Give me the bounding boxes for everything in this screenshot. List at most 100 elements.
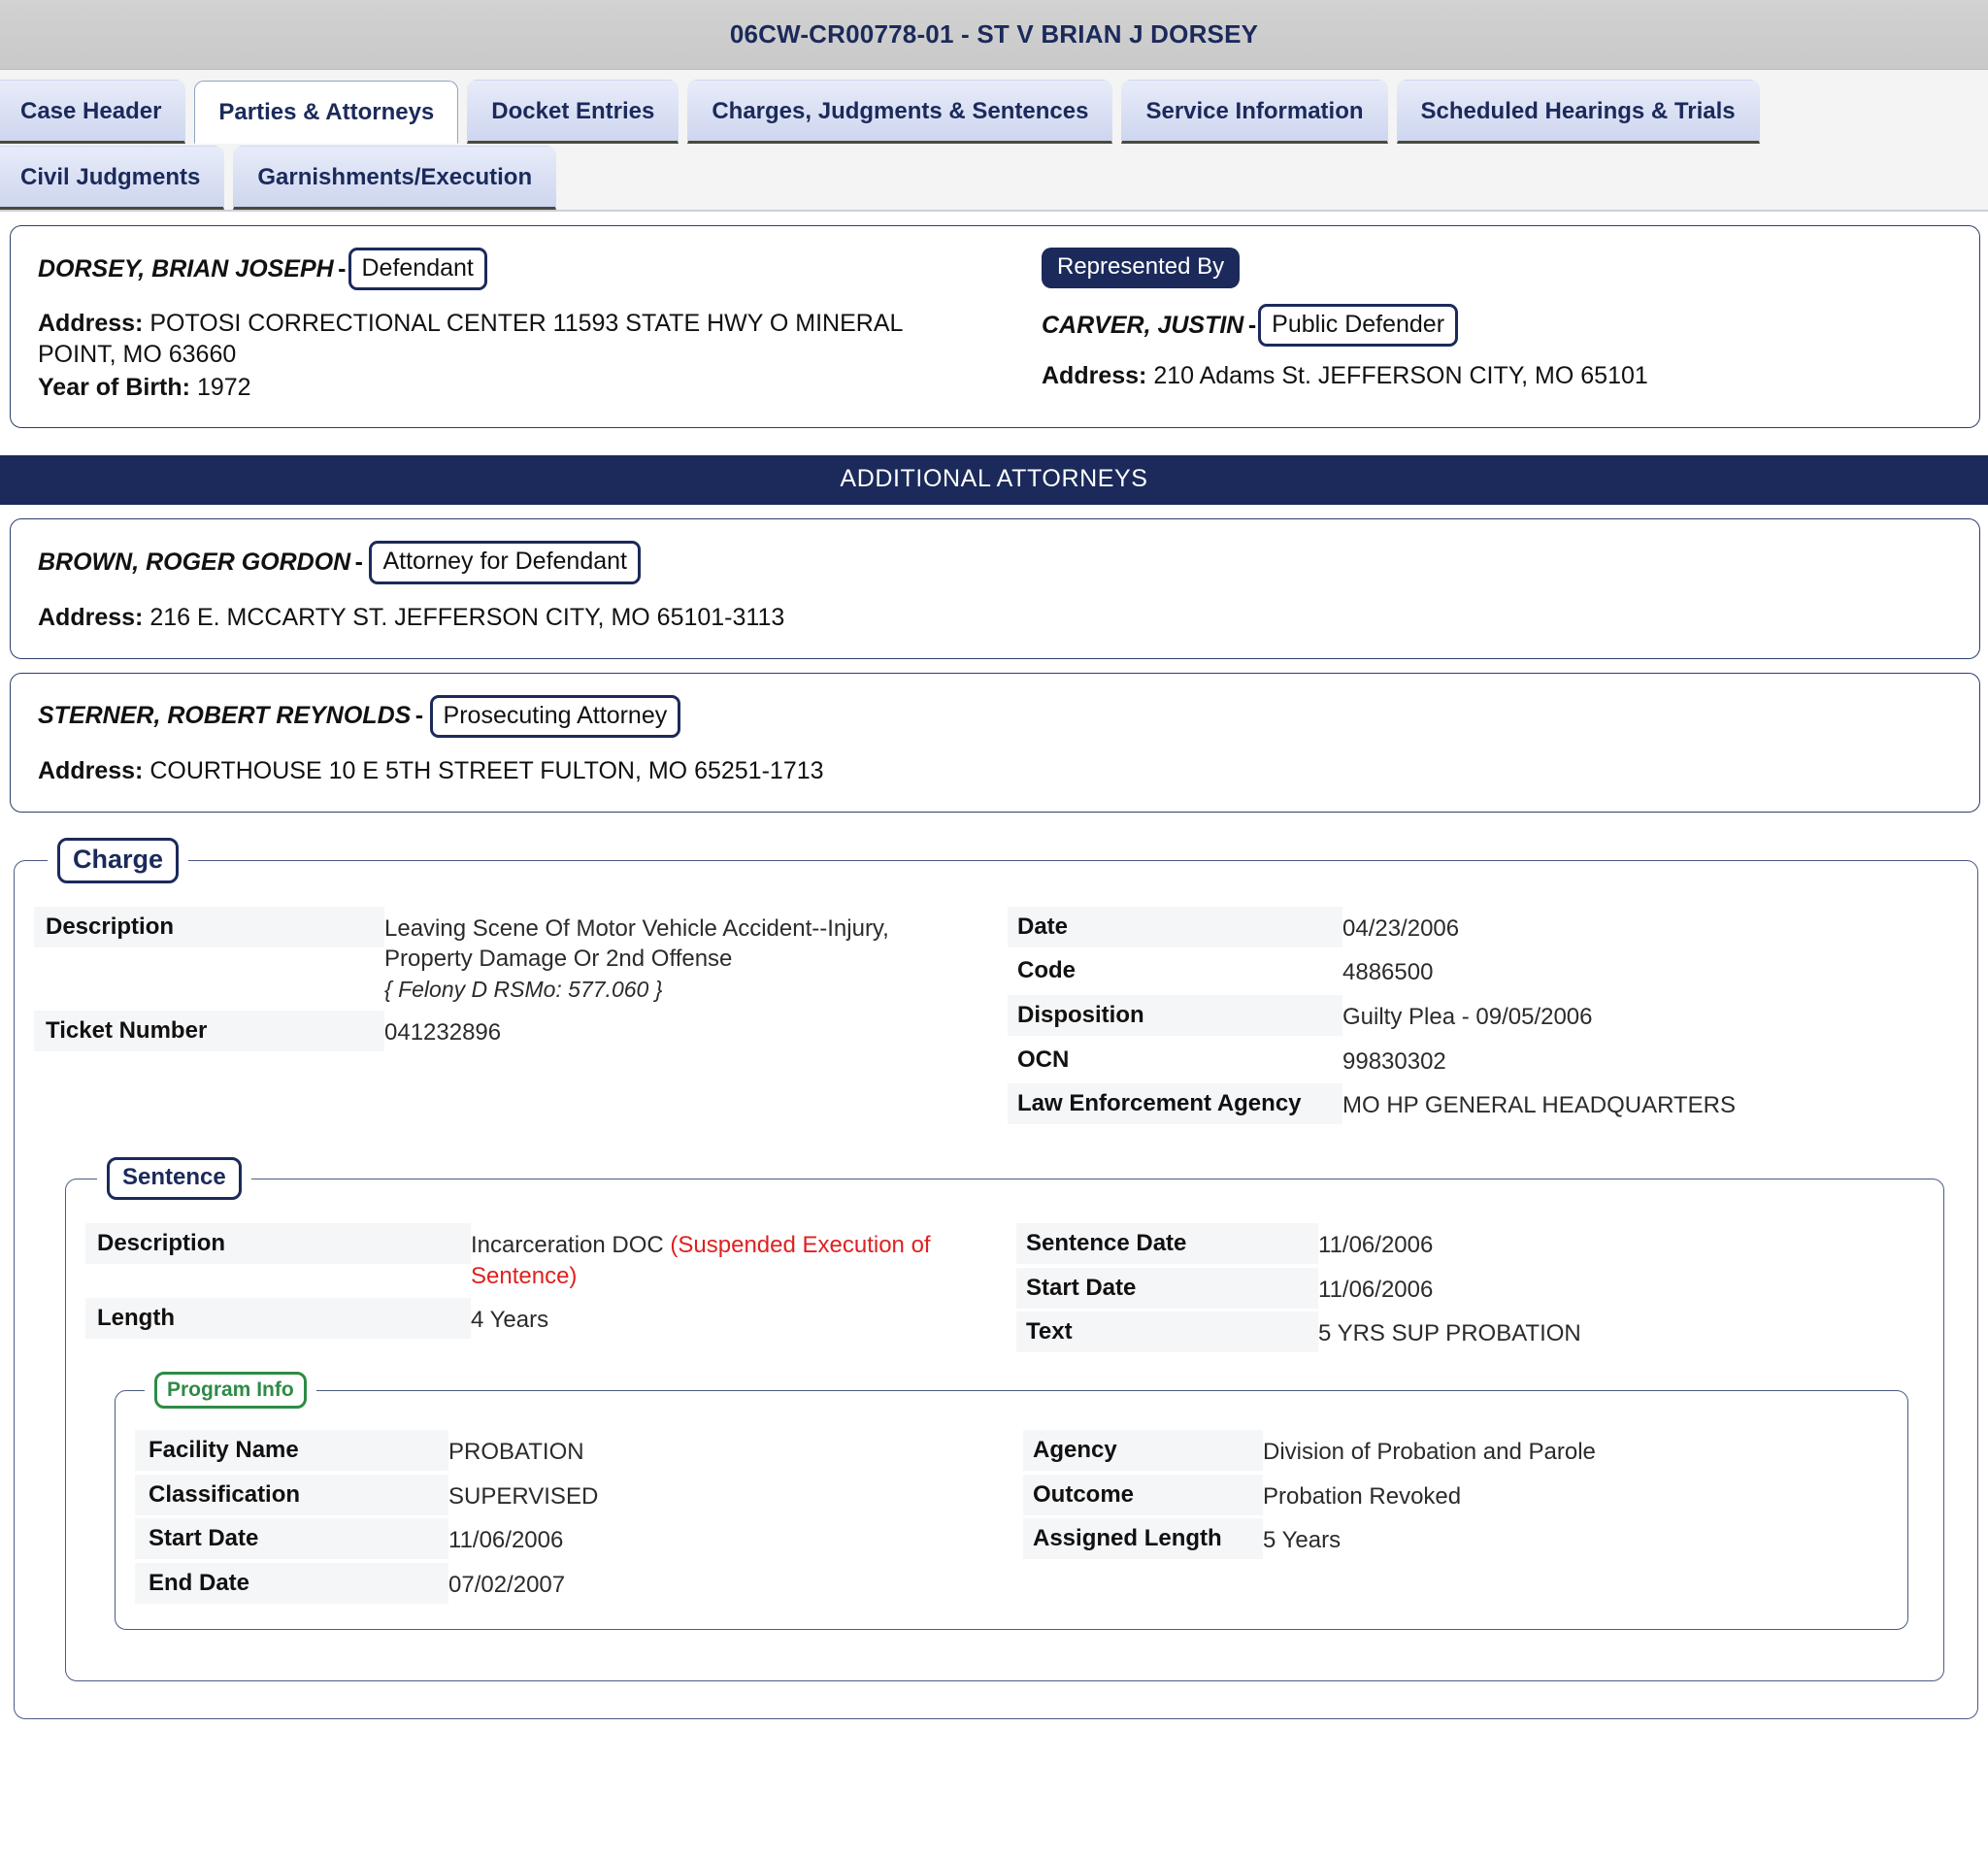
program-info-field-grid: Facility Name PROBATION Classification S… [116, 1414, 1907, 1608]
program-agency-value: Division of Probation and Parole [1263, 1439, 1596, 1466]
charge-legend: Charge [48, 837, 188, 883]
charge-code-value: 4886500 [1342, 959, 1434, 986]
sentence-start-date-value: 11/06/2006 [1318, 1276, 1434, 1303]
program-facility-name-value: PROBATION [448, 1439, 584, 1466]
additional-attorney-address-value: COURTHOUSE 10 E 5TH STREET FULTON, MO 65… [149, 756, 824, 784]
sentence-description-label: Description [85, 1223, 471, 1265]
sentence-start-date-label: Start Date [1016, 1267, 1318, 1309]
program-info-field-row: Agency Division of Probation and Parole [1023, 1430, 1884, 1475]
tab-row-primary: Case Header Parties & Attorneys Docket E… [0, 80, 1988, 144]
sentence-date-value: 11/06/2006 [1318, 1232, 1434, 1259]
sentence-legend: Sentence [97, 1157, 251, 1201]
tab-label: Docket Entries [491, 98, 655, 124]
represented-by-column: Represented By CARVER, JUSTIN - Public De… [1028, 248, 1952, 402]
tab-label: Service Information [1145, 98, 1364, 124]
additional-attorney-role-chip: Prosecuting Attorney [429, 694, 681, 738]
charge-disposition-value: Guilty Plea - 09/05/2006 [1342, 1004, 1593, 1031]
charge-law-enforcement-agency-value: MO HP GENERAL HEADQUARTERS [1342, 1092, 1736, 1119]
program-info-field-row: Assigned Length 5 Years [1023, 1518, 1884, 1563]
charge-description-value: Leaving Scene Of Motor Vehicle Accident-… [384, 907, 977, 1012]
program-start-date-value: 11/06/2006 [448, 1527, 564, 1554]
sentence-field-row: Text 5 YRS SUP PROBATION [1016, 1312, 1920, 1356]
program-assigned-length-value: 5 Years [1263, 1527, 1342, 1554]
attorney-name-separator: - [1247, 311, 1257, 339]
charge-field-row: Code 4886500 [1008, 950, 1954, 995]
charge-section: Charge Description Leaving Scene Of Moto… [14, 837, 1978, 1719]
sentence-field-row: Length 4 Years [85, 1298, 985, 1343]
represented-by-badge: Represented By [1042, 248, 1241, 288]
program-start-date-label: Start Date [135, 1518, 448, 1560]
tab-label: Charges, Judgments & Sentences [712, 98, 1089, 124]
attorney-address-label: Address: [1042, 362, 1147, 390]
sentence-field-row: Sentence Date 11/06/2006 [1016, 1223, 1920, 1268]
charge-ticket-number-label: Ticket Number [34, 1011, 384, 1052]
tab-scheduled-hearings-trials[interactable]: Scheduled Hearings & Trials [1396, 80, 1760, 144]
defendant-address-line: Address: POTOSI CORRECTIONAL CENTER 1159… [38, 308, 970, 370]
tab-label: Case Header [20, 98, 162, 124]
charge-date-value: 04/23/2006 [1342, 914, 1460, 942]
program-info-field-row: Facility Name PROBATION [135, 1430, 992, 1475]
program-info-left-column: Facility Name PROBATION Classification S… [116, 1430, 1011, 1608]
sentence-field-row: Description Incarceration DOC (Suspended… [85, 1223, 985, 1298]
charge-law-enforcement-agency-label: Law Enforcement Agency [1008, 1083, 1342, 1125]
program-assigned-length-label: Assigned Length [1023, 1518, 1263, 1560]
charge-code-label: Code [1017, 957, 1076, 984]
window-titlebar: 06CW-CR00778-01 - ST V BRIAN J DORSEY [0, 0, 1988, 70]
program-facility-name-label: Facility Name [135, 1430, 448, 1472]
program-end-date-label: End Date [135, 1563, 448, 1605]
tab-label: Garnishments/Execution [257, 164, 533, 190]
tab-underline [0, 210, 1988, 212]
tab-charges-judgments-sentences[interactable]: Charges, Judgments & Sentences [687, 80, 1113, 144]
defendant-address-label: Address: [38, 310, 144, 338]
tab-parties-attorneys[interactable]: Parties & Attorneys [194, 81, 459, 144]
charge-left-column: Description Leaving Scene Of Motor Vehic… [15, 906, 996, 1128]
additional-attorney-separator: - [354, 548, 363, 576]
additional-attorney-card: STERNER, ROBERT REYNOLDS - Prosecuting A… [10, 672, 1980, 813]
defendant-party-card: DORSEY, BRIAN JOSEPH - Defendant Address:… [10, 225, 1980, 429]
page-content: DORSEY, BRIAN JOSEPH - Defendant Address:… [0, 225, 1988, 1777]
charge-legend-label: Charge [57, 837, 180, 883]
tab-docket-entries[interactable]: Docket Entries [467, 80, 679, 144]
tab-service-information[interactable]: Service Information [1121, 80, 1388, 144]
attorney-name: CARVER, JUSTIN [1042, 311, 1244, 339]
defendant-yob-value: 1972 [196, 374, 251, 402]
representing-attorney-line: CARVER, JUSTIN - Public Defender [1042, 304, 1952, 348]
defendant-column: DORSEY, BRIAN JOSEPH - Defendant Address:… [38, 248, 1028, 402]
tab-garnishments-execution[interactable]: Garnishments/Execution [233, 146, 557, 210]
sentence-description-value: Incarceration DOC (Suspended Execution o… [471, 1223, 985, 1298]
sentence-text-value: 5 YRS SUP PROBATION [1318, 1320, 1581, 1347]
additional-attorney-name: STERNER, ROBERT REYNOLDS [38, 702, 412, 730]
charge-statute-text: { Felony D RSMo: 577.060 } [384, 977, 663, 1003]
program-end-date-value: 07/02/2007 [448, 1572, 566, 1599]
additional-attorneys-banner: ADDITIONAL ATTORNEYS [0, 455, 1988, 506]
tab-label: Parties & Attorneys [218, 99, 435, 125]
sentence-field-row: Start Date 11/06/2006 [1016, 1267, 1920, 1312]
sentence-right-column: Sentence Date 11/06/2006 Start Date 11/0… [1005, 1223, 1943, 1356]
defendant-address-value: POTOSI CORRECTIONAL CENTER 11593 STATE H… [38, 310, 903, 369]
charge-ocn-value: 99830302 [1342, 1047, 1446, 1075]
charge-field-row: Date 04/23/2006 [1008, 906, 1954, 951]
charge-description-text: Leaving Scene Of Motor Vehicle Accident-… [384, 914, 889, 973]
defendant-name: DORSEY, BRIAN JOSEPH [38, 254, 334, 282]
charge-description-label: Description [34, 906, 384, 947]
defendant-yob-line: Year of Birth: 1972 [38, 374, 1028, 402]
charge-ocn-label: OCN [1017, 1046, 1070, 1073]
tab-case-header[interactable]: Case Header [0, 80, 186, 144]
charge-disposition-label: Disposition [1008, 995, 1342, 1037]
tab-row-secondary: Civil Judgments Garnishments/Execution [0, 146, 1988, 210]
additional-attorney-address-value: 216 E. MCCARTY ST. JEFFERSON CITY, MO 65… [149, 603, 785, 631]
program-agency-label: Agency [1023, 1430, 1263, 1472]
charge-date-label: Date [1008, 906, 1342, 947]
program-info-right-column: Agency Division of Probation and Parole … [1011, 1430, 1907, 1608]
program-classification-label: Classification [135, 1474, 448, 1515]
defendant-name-separator: - [338, 254, 347, 282]
charge-field-row: Disposition Guilty Plea - 09/05/2006 [1008, 995, 1954, 1040]
sentence-description-main: Incarceration DOC [471, 1232, 671, 1259]
program-outcome-value: Probation Revoked [1263, 1482, 1462, 1510]
additional-attorney-address-line: Address: COURTHOUSE 10 E 5TH STREET FULT… [38, 755, 970, 786]
program-classification-value: SUPERVISED [448, 1482, 599, 1510]
tab-civil-judgments[interactable]: Civil Judgments [0, 146, 225, 210]
sentence-date-label: Sentence Date [1016, 1223, 1318, 1265]
additional-attorney-card: BROWN, ROGER GORDON - Attorney for Defen… [10, 518, 1980, 659]
charge-ticket-number-value: 041232896 [384, 1019, 502, 1046]
